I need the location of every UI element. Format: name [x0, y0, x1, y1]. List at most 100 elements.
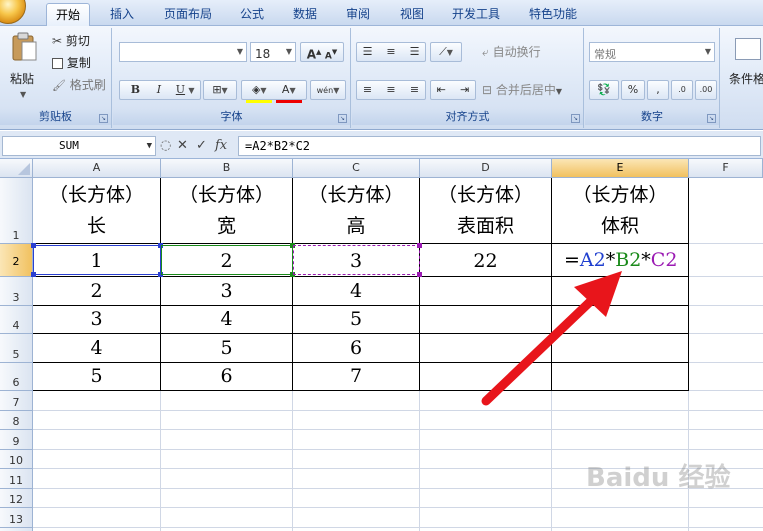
fill-color-icon[interactable]: ◈▼	[246, 81, 273, 103]
copy-label: 复制	[66, 56, 91, 70]
font-color-icon[interactable]: A▼	[275, 81, 302, 103]
orientation-button[interactable]: ⟋▼	[430, 42, 462, 62]
phonetic-button[interactable]: wén▼	[310, 80, 346, 100]
cut-label: 剪切	[65, 34, 90, 48]
align-center-icon[interactable]: ≡	[381, 81, 401, 99]
clipboard-launcher-icon[interactable]: ↘	[99, 114, 108, 123]
ribbon: 粘贴 ▼ ✂ 剪切 复制 🖌 格式刷 剪贴板 ↘ ▼ 18 ▼ A▲ A▼ B …	[0, 26, 763, 130]
increase-decimal-button[interactable]: .0	[671, 80, 693, 100]
paintbrush-icon: 🖌	[52, 79, 66, 92]
align-left-icon[interactable]: ≡	[358, 81, 378, 99]
font-size-dropdown-icon: ▼	[285, 47, 292, 56]
indent-buttons[interactable]: ⇤ ⇥	[430, 80, 476, 100]
excel-window: 开始 插入 页面布局 公式 数据 审阅 视图 开发工具 特色功能 粘贴 ▼ ✂ …	[0, 0, 763, 531]
tab-view[interactable]: 视图	[390, 3, 434, 26]
align-right-icon[interactable]: ≡	[405, 81, 425, 99]
copy-button[interactable]: 复制	[52, 54, 91, 72]
conditional-formatting-button[interactable]: 条件格式	[727, 36, 763, 106]
number-format-select[interactable]: 常规 ▼	[589, 42, 715, 62]
align-bottom-icon[interactable]: ☰	[405, 43, 425, 61]
number-launcher-icon[interactable]: ↘	[707, 114, 716, 123]
align-middle-icon[interactable]: ≡	[381, 43, 401, 61]
paste-dropdown-icon: ▼	[20, 90, 27, 99]
accounting-format-button[interactable]: 💱	[589, 80, 619, 100]
red-arrow-shaft	[481, 293, 599, 406]
worksheet-grid: A B C D E F 1 2 3 4 5 6 7 8 9 10 11 12 1…	[0, 159, 763, 531]
circle-icon: ◌	[160, 138, 172, 153]
number-format-value: 常规	[594, 48, 616, 61]
font-group-label: 字体	[113, 109, 350, 125]
borders-icon: ⊞	[212, 83, 222, 96]
align-top-icon[interactable]: ☰	[358, 43, 378, 61]
vertical-align-buttons[interactable]: ☰ ≡ ☰	[356, 42, 426, 62]
decrease-decimal-icon: .00	[699, 85, 713, 94]
baidu-jingyan-watermark: Baidu 经验	[586, 457, 730, 494]
conditional-formatting-icon	[735, 38, 761, 60]
ribbon-tab-bar: 开始 插入 页面布局 公式 数据 审阅 视图 开发工具 特色功能	[0, 0, 763, 26]
currency-icon: 💱	[597, 83, 611, 96]
number-group: 常规 ▼ 💱 % , .0 .00 数字 ↘	[585, 28, 720, 128]
tab-developer[interactable]: 开发工具	[444, 3, 508, 26]
font-group: ▼ 18 ▼ A▲ A▼ B I U ▼ ⊞▼ ◈▼ A▼ wén▼ 字体 ↘	[113, 28, 351, 128]
percent-style-button[interactable]: %	[621, 80, 645, 100]
merge-cells-icon: ⊟	[482, 83, 493, 97]
clipboard-group: 粘贴 ▼ ✂ 剪切 复制 🖌 格式刷 剪贴板 ↘	[0, 28, 112, 128]
cancel-icon[interactable]: ✕	[177, 139, 188, 153]
italic-icon[interactable]: I	[149, 81, 169, 99]
decrease-decimal-button[interactable]: .00	[695, 80, 717, 100]
number-group-label: 数字	[585, 109, 719, 125]
font-style-buttons[interactable]: B I U ▼	[119, 80, 201, 100]
increase-indent-icon[interactable]: ⇥	[455, 81, 475, 99]
font-launcher-icon[interactable]: ↘	[338, 114, 347, 123]
bold-icon[interactable]: B	[125, 81, 145, 99]
format-painter-button[interactable]: 🖌 格式刷	[52, 76, 106, 94]
tab-page-layout[interactable]: 页面布局	[155, 3, 221, 26]
font-size-select[interactable]: 18 ▼	[250, 42, 296, 62]
fill-font-color-buttons[interactable]: ◈▼ A▼	[241, 80, 307, 103]
horizontal-align-buttons[interactable]: ≡ ≡ ≡	[356, 80, 426, 100]
percent-icon: %	[627, 83, 639, 96]
wrap-text-label: 自动换行	[492, 45, 541, 59]
orientation-icon: ⟋	[439, 45, 447, 58]
tab-review[interactable]: 审阅	[336, 3, 380, 26]
tab-insert[interactable]: 插入	[100, 3, 144, 26]
tab-special-features[interactable]: 特色功能	[520, 3, 586, 26]
office-button[interactable]	[0, 0, 26, 24]
shrink-font-icon: A	[324, 51, 332, 62]
tab-data[interactable]: 数据	[283, 3, 327, 26]
formula-bar: SUM ▼ ◌ ✕ ✓ fx =A2*B2*C2	[0, 131, 763, 159]
name-box[interactable]: SUM ▼	[2, 136, 156, 156]
copy-icon	[52, 58, 63, 69]
comma-style-button[interactable]: ,	[647, 80, 669, 100]
merge-center-button[interactable]: ⊟ 合并后居中▼	[482, 81, 562, 99]
font-grow-shrink-buttons[interactable]: A▲ A▼	[300, 42, 344, 62]
decrease-indent-icon[interactable]: ⇤	[431, 81, 451, 99]
format-painter-label: 格式刷	[69, 78, 106, 92]
increase-decimal-icon: .0	[678, 85, 686, 94]
watermark-text: Baidu 经验	[586, 463, 731, 493]
alignment-group-label: 对齐方式	[352, 109, 583, 125]
tab-formulas[interactable]: 公式	[232, 3, 272, 26]
wrap-text-icon: ⤶	[482, 45, 489, 59]
font-size-value: 18	[255, 47, 271, 61]
phonetic-icon: wén	[316, 86, 334, 95]
font-name-select[interactable]: ▼	[119, 42, 247, 62]
merge-center-label: 合并后居中	[495, 83, 556, 97]
cut-button[interactable]: ✂ 剪切	[52, 32, 90, 50]
formula-input[interactable]: =A2*B2*C2	[238, 136, 761, 156]
comma-icon: ,	[656, 83, 660, 96]
underline-icon[interactable]: U	[172, 81, 188, 99]
font-name-dropdown-icon: ▼	[236, 47, 243, 56]
borders-button[interactable]: ⊞▼	[203, 80, 237, 100]
enter-icon[interactable]: ✓	[196, 139, 207, 153]
wrap-text-button[interactable]: ⤶ 自动换行	[482, 43, 541, 61]
paste-label: 粘贴	[10, 72, 35, 86]
name-box-dropdown-icon[interactable]: ▼	[147, 137, 152, 155]
alignment-launcher-icon[interactable]: ↘	[571, 114, 580, 123]
paste-button[interactable]: 粘贴 ▼	[6, 32, 42, 102]
grow-font-icon: A	[306, 47, 317, 62]
number-format-dropdown-icon: ▼	[704, 47, 711, 56]
tab-home[interactable]: 开始	[46, 3, 90, 26]
insert-function-icon[interactable]: fx	[215, 139, 227, 153]
clipboard-group-label: 剪贴板	[0, 109, 111, 125]
